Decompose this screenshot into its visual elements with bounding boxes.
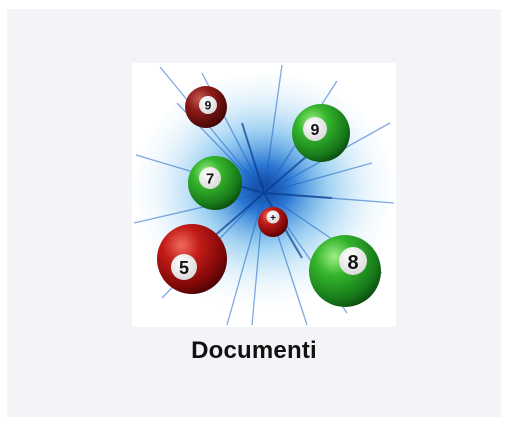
ball-number: 9 [311, 122, 320, 139]
ball-number: 5 [179, 258, 189, 278]
ball-number: 8 [347, 252, 358, 274]
ball-number: 7 [206, 171, 214, 188]
lottery-balls-burst-icon: 9 9 7 + 5 8 [132, 63, 396, 327]
ball-number: 9 [205, 99, 212, 113]
ball-number: + [270, 213, 276, 224]
documenti-tile[interactable]: 9 9 7 + 5 8 Documenti [7, 9, 501, 417]
tile-label: Documenti [191, 337, 317, 364]
